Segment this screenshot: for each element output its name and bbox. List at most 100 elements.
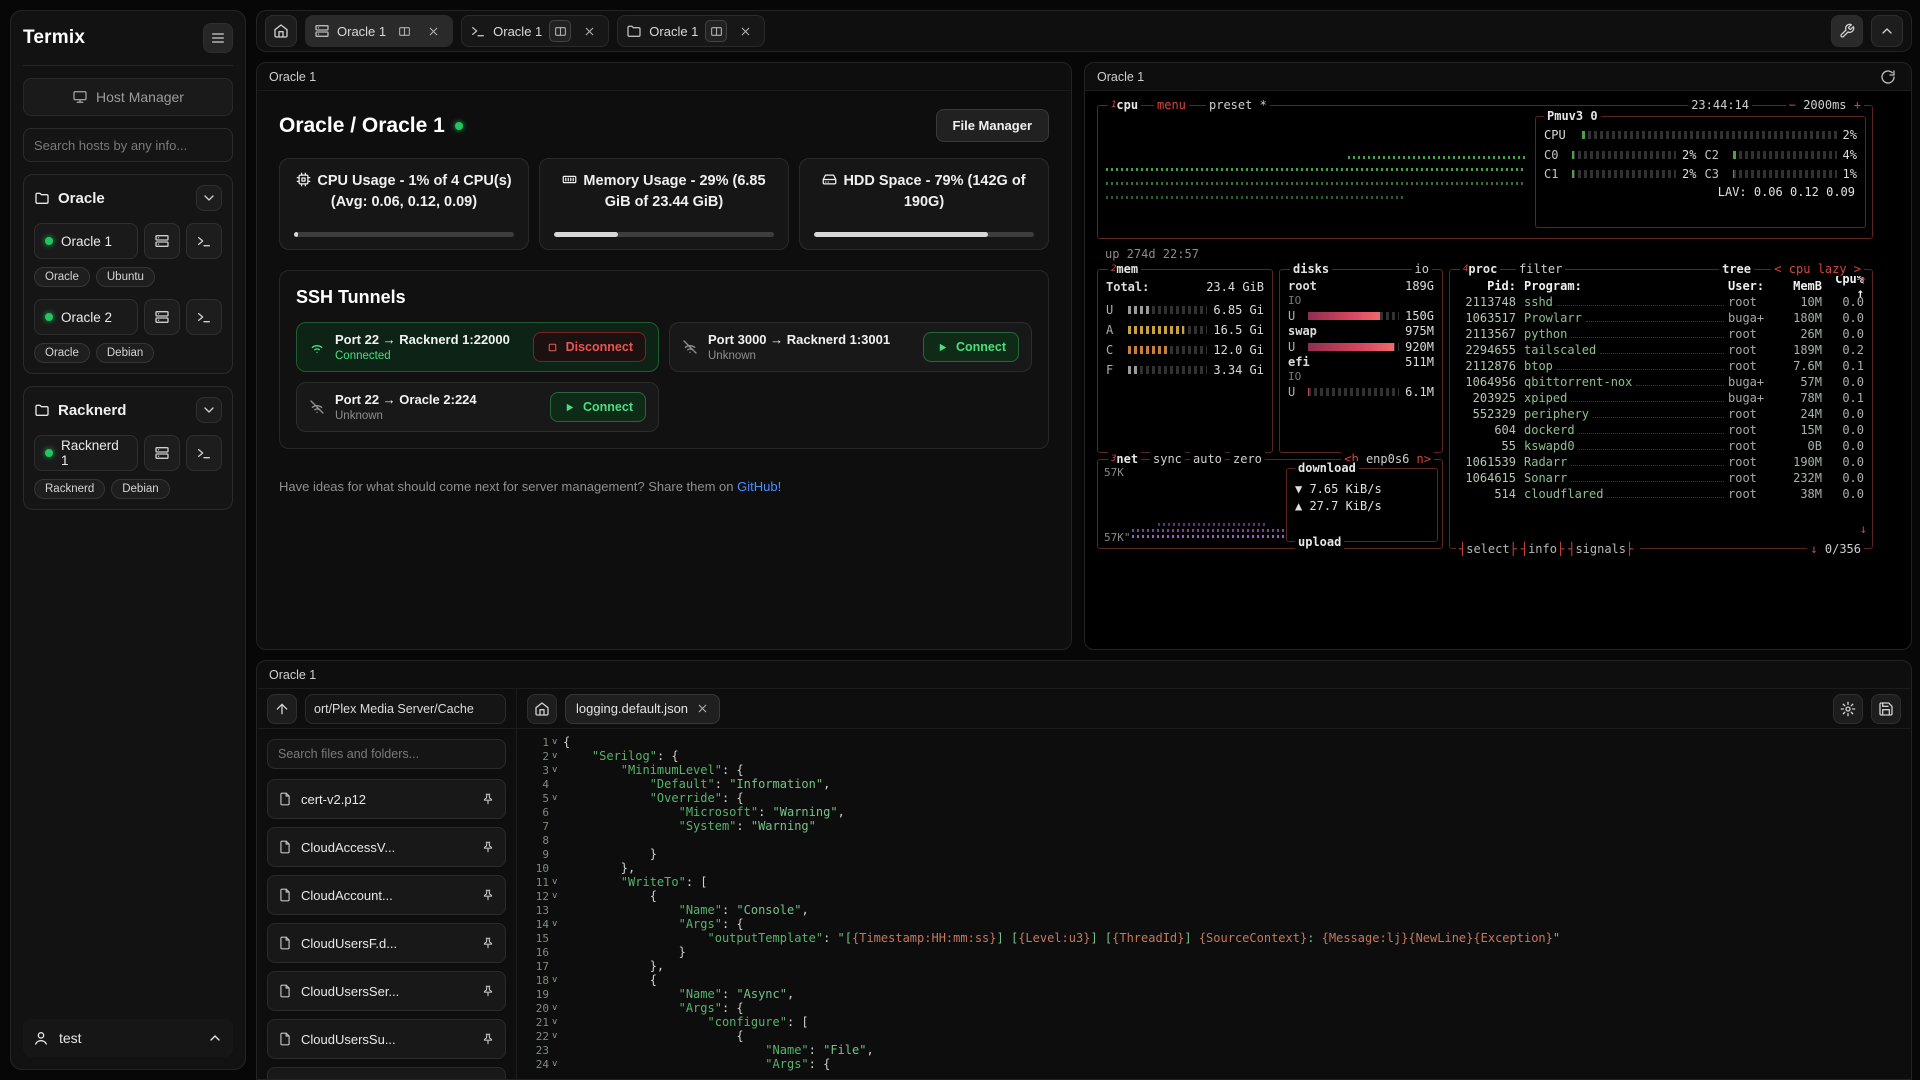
home-directory-button[interactable] (527, 694, 557, 724)
btop-terminal[interactable]: 1cpu menu preset * 23:44:14 2000ms Pmuv3… (1097, 99, 1887, 569)
editor-settings-button[interactable] (1833, 694, 1863, 724)
proc-row[interactable]: 2294655 tailscaled root 189M 0.2 (1450, 342, 1872, 358)
proc-row[interactable]: 514 cloudflared root 38M 0.0 (1450, 486, 1872, 502)
fold-icon[interactable]: v (549, 1031, 563, 1041)
proc-row[interactable]: 604 dockerd root 15M 0.0 (1450, 422, 1872, 438)
host-terminal-button[interactable] (186, 299, 222, 335)
collapse-tabbar-button[interactable] (1871, 15, 1903, 47)
refresh-interval[interactable]: 2000ms (1786, 98, 1864, 112)
tunnel-connect-button[interactable]: Connect (923, 332, 1019, 362)
file-item[interactable] (267, 1067, 506, 1080)
proc-row[interactable]: 552329 periphery root 24M 0.0 (1450, 406, 1872, 422)
host-terminal-button[interactable] (186, 223, 222, 259)
net-sync-button[interactable]: sync (1150, 452, 1185, 466)
file-item[interactable]: CloudAccount... (267, 875, 506, 915)
net-auto-button[interactable]: auto (1190, 452, 1225, 466)
editor-line[interactable]: 14 v "Args": { (521, 917, 1911, 931)
github-link[interactable]: GitHub! (737, 479, 781, 494)
pin-icon[interactable] (481, 792, 495, 806)
fold-icon[interactable]: v (549, 919, 563, 929)
editor-line[interactable]: 4 "Default": "Information", (521, 777, 1911, 791)
editor-line[interactable]: 23 "Name": "File", (521, 1043, 1911, 1057)
btop-menu-button[interactable]: menu (1154, 98, 1189, 112)
close-tab-button[interactable] (422, 20, 444, 42)
fold-icon[interactable]: v (549, 877, 563, 887)
file-search-input[interactable] (267, 739, 506, 769)
path-input[interactable] (305, 694, 506, 724)
file-item[interactable]: cert-v2.p12 (267, 779, 506, 819)
proc-row[interactable]: 203925 xpiped buga+ 78M 0.1 (1450, 390, 1872, 406)
close-tab-button[interactable] (734, 20, 756, 42)
admin-tools-button[interactable] (1831, 15, 1863, 47)
proc-table[interactable]: 2113748 sshd root 10M 0.0 1063517 Prowla… (1450, 294, 1872, 502)
fold-icon[interactable]: v (549, 975, 563, 985)
proc-row[interactable]: 2112876 btop root 7.6M 0.1 (1450, 358, 1872, 374)
editor-line[interactable]: 8 (521, 833, 1911, 847)
split-view-button[interactable] (549, 20, 571, 42)
editor-line[interactable]: 13 "Name": "Console", (521, 903, 1911, 917)
editor-line[interactable]: 20 v "Args": { (521, 1001, 1911, 1015)
btop-signals-button[interactable]: signals (1568, 542, 1633, 556)
editor-line[interactable]: 7 "System": "Warning" (521, 819, 1911, 833)
fold-icon[interactable]: v (549, 1017, 563, 1027)
interval-increase-icon[interactable] (1847, 98, 1861, 112)
open-file-tab[interactable]: logging.default.json (565, 694, 720, 724)
host-manager-button[interactable]: Host Manager (23, 78, 233, 116)
btop-select-button[interactable]: select (1459, 542, 1517, 556)
host-sessions-button[interactable] (144, 299, 180, 335)
pin-icon[interactable] (481, 840, 495, 854)
host-sessions-button[interactable] (144, 223, 180, 259)
split-view-button[interactable] (705, 20, 727, 42)
fold-icon[interactable]: v (549, 1003, 563, 1013)
proc-sort-mode[interactable]: < cpu lazy > (1771, 262, 1864, 276)
pin-icon[interactable] (481, 888, 495, 902)
editor-line[interactable]: 3 v "MinimumLevel": { (521, 763, 1911, 777)
tab-server-0[interactable]: Oracle 1 (305, 15, 453, 47)
proc-tree-button[interactable]: tree (1722, 262, 1751, 276)
fold-icon[interactable]: v (549, 793, 563, 803)
editor-line[interactable]: 12 v { (521, 889, 1911, 903)
proc-row[interactable]: 1064615 Sonarr root 232M 0.0 (1450, 470, 1872, 486)
file-manager-button[interactable]: File Manager (936, 109, 1049, 142)
editor-line[interactable]: 11 v "WriteTo": [ (521, 875, 1911, 889)
editor-line[interactable]: 17 }, (521, 959, 1911, 973)
interval-decrease-icon[interactable] (1789, 98, 1803, 112)
editor-line[interactable]: 16 } (521, 945, 1911, 959)
editor-line[interactable]: 19 "Name": "Async", (521, 987, 1911, 1001)
proc-row[interactable]: 2113748 sshd root 10M 0.0 (1450, 294, 1872, 310)
net-zero-button[interactable]: zero (1230, 452, 1265, 466)
host-item[interactable]: Oracle 2 (34, 299, 138, 335)
file-item[interactable]: CloudAccessV... (267, 827, 506, 867)
host-sessions-button[interactable] (144, 435, 180, 471)
folder-collapse-button[interactable] (196, 185, 222, 211)
split-view-button[interactable] (393, 20, 415, 42)
editor-line[interactable]: 18 v { (521, 973, 1911, 987)
proc-row[interactable]: 1063517 Prowlarr buga+ 180M 0.0 (1450, 310, 1872, 326)
btop-info-button[interactable]: info (1521, 542, 1564, 556)
home-button[interactable] (265, 15, 297, 47)
save-file-button[interactable] (1871, 694, 1901, 724)
pin-icon[interactable] (481, 1032, 495, 1046)
close-tab-button[interactable] (578, 20, 600, 42)
fold-icon[interactable]: v (549, 751, 563, 761)
fold-icon[interactable]: v (549, 737, 563, 747)
proc-filter-button[interactable]: filter (1516, 262, 1565, 276)
refresh-button[interactable] (1877, 66, 1899, 88)
fold-icon[interactable]: v (549, 765, 563, 775)
pin-icon[interactable] (481, 936, 495, 950)
scroll-down-indicator[interactable] (1860, 522, 1867, 536)
editor-line[interactable]: 5 v "Override": { (521, 791, 1911, 805)
editor-line[interactable]: 2 v "Serilog": { (521, 749, 1911, 763)
folder-collapse-button[interactable] (196, 397, 222, 423)
editor-line[interactable]: 10 }, (521, 861, 1911, 875)
scroll-up-indicator[interactable] (1860, 273, 1867, 287)
editor-line[interactable]: 15 "outputTemplate": "[{Timestamp:HH:mm:… (521, 931, 1911, 945)
fold-icon[interactable]: v (549, 891, 563, 901)
host-search-input[interactable] (23, 128, 233, 162)
close-file-button[interactable] (696, 702, 709, 715)
tab-terminal-1[interactable]: Oracle 1 (461, 15, 609, 47)
proc-row[interactable]: 1064956 qbittorrent-nox buga+ 57M 0.0 (1450, 374, 1872, 390)
editor-line[interactable]: 6 "Microsoft": "Warning", (521, 805, 1911, 819)
file-item[interactable]: CloudUsersSer... (267, 971, 506, 1011)
host-item[interactable]: Racknerd 1 (34, 435, 138, 471)
